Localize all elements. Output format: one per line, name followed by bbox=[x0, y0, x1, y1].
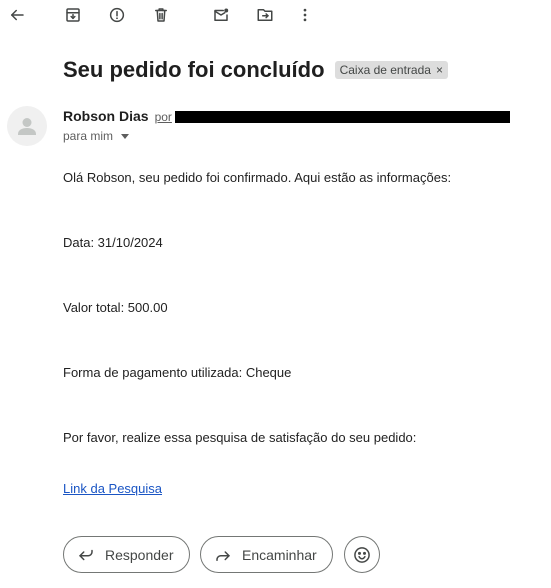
inbox-label-chip[interactable]: Caixa de entrada × bbox=[334, 61, 448, 79]
back-arrow-icon[interactable] bbox=[4, 3, 30, 27]
report-spam-icon[interactable] bbox=[104, 3, 130, 27]
body-greeting: Olá Robson, seu pedido foi confirmado. A… bbox=[63, 170, 452, 185]
forward-label: Encaminhar bbox=[242, 546, 317, 563]
inbox-label-text: Caixa de entrada bbox=[339, 63, 431, 77]
mark-unread-icon[interactable] bbox=[208, 3, 234, 27]
remove-label-icon[interactable]: × bbox=[436, 63, 443, 77]
sender-row: Robson Dias por bbox=[63, 108, 172, 124]
reply-label: Responder bbox=[105, 546, 174, 563]
delete-icon[interactable] bbox=[148, 3, 174, 27]
person-icon bbox=[18, 118, 36, 135]
more-options-icon[interactable] bbox=[292, 3, 318, 27]
recipient-text: para mim bbox=[63, 129, 114, 143]
sender-via[interactable]: por bbox=[155, 110, 172, 124]
sender-avatar[interactable] bbox=[7, 106, 47, 146]
smiley-icon bbox=[354, 546, 370, 563]
email-toolbar bbox=[0, 0, 551, 30]
body-survey-request: Por favor, realize essa pesquisa de sati… bbox=[63, 430, 417, 445]
redacted-sender-address bbox=[175, 111, 510, 123]
survey-link[interactable]: Link da Pesquisa bbox=[63, 481, 162, 496]
reply-button[interactable]: Responder bbox=[63, 536, 190, 573]
sender-name[interactable]: Robson Dias bbox=[63, 108, 149, 124]
reply-icon bbox=[79, 549, 93, 560]
forward-button[interactable]: Encaminhar bbox=[200, 536, 333, 573]
body-total: Valor total: 500.00 bbox=[63, 300, 168, 315]
chevron-down-icon bbox=[121, 133, 130, 139]
archive-icon[interactable] bbox=[60, 3, 86, 27]
subject-row: Seu pedido foi concluído Caixa de entrad… bbox=[63, 57, 448, 83]
body-payment: Forma de pagamento utilizada: Cheque bbox=[63, 365, 292, 380]
forward-icon bbox=[216, 550, 230, 561]
body-date: Data: 31/10/2024 bbox=[63, 235, 163, 250]
recipient-details-toggle[interactable]: para mim bbox=[63, 129, 130, 143]
move-to-icon[interactable] bbox=[252, 3, 278, 27]
email-subject: Seu pedido foi concluído bbox=[63, 57, 325, 82]
emoji-reaction-button[interactable] bbox=[344, 536, 380, 573]
